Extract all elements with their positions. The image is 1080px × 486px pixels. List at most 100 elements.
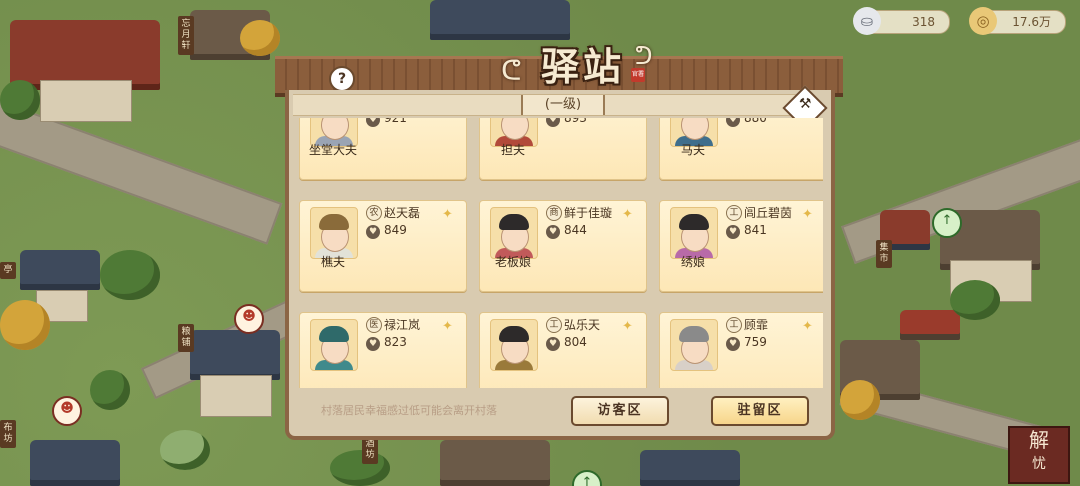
happiness-icon: ♥ bbox=[726, 225, 740, 239]
resident-card[interactable]: 商鲜于佳璇 ♥ 844 老板娘 ✦ bbox=[479, 200, 647, 292]
game-logo[interactable]: 解 忧 bbox=[1008, 426, 1070, 484]
coin-counter[interactable]: ◎ 17.6万 bbox=[969, 7, 1066, 35]
resident-job: 马夫 bbox=[680, 143, 705, 157]
tree bbox=[0, 300, 50, 350]
sparkle-icon: ✦ bbox=[622, 207, 633, 222]
resident-portrait bbox=[670, 319, 718, 371]
resident-score: 880 bbox=[744, 118, 767, 125]
building[interactable] bbox=[640, 450, 740, 486]
resident-card[interactable]: 工弓俊♥893担夫✦ bbox=[479, 118, 647, 180]
happiness-icon: ♥ bbox=[546, 337, 560, 351]
happiness-icon: ♥ bbox=[726, 118, 740, 127]
coin-value: 17.6万 bbox=[1012, 15, 1051, 29]
resident-card[interactable]: 工顾霏 ♥ 759 ✦ bbox=[659, 312, 823, 388]
resident-job: 老板娘 bbox=[494, 255, 531, 269]
tree bbox=[100, 250, 160, 300]
resident-name: 赵天磊 bbox=[384, 206, 421, 220]
resident-card[interactable]: 医禄江岚 ♥ 823 ✦ bbox=[299, 312, 467, 388]
resident-card[interactable]: 工弘乐天 ♥ 804 ✦ bbox=[479, 312, 647, 388]
resident-card[interactable]: 工闾丘碧茵 ♥ 841 绣娘 ✦ bbox=[659, 200, 823, 292]
portrait-hair bbox=[679, 214, 709, 230]
happiness-icon: ♥ bbox=[546, 118, 560, 127]
building[interactable] bbox=[430, 0, 570, 40]
logo-char: 解 bbox=[1029, 428, 1049, 452]
resident-score: 823 bbox=[384, 335, 407, 349]
sparkle-icon: ✦ bbox=[442, 207, 453, 222]
official-seal-icon: 官署 bbox=[631, 68, 645, 82]
tree bbox=[240, 20, 280, 56]
resident-score: 849 bbox=[384, 223, 407, 237]
resident-portrait bbox=[310, 319, 358, 371]
map-sign-market[interactable]: 集市 bbox=[876, 240, 892, 268]
happiness-icon: ♥ bbox=[366, 337, 380, 351]
profession-badge: 工 bbox=[546, 317, 562, 333]
tree bbox=[90, 370, 130, 410]
level-bar: (一级) bbox=[293, 94, 813, 116]
map-sign-wangyuexuan[interactable]: 忘月轩 bbox=[178, 16, 194, 55]
resident-area-button[interactable]: 驻留区 bbox=[711, 396, 809, 426]
building[interactable] bbox=[40, 80, 132, 122]
resident-portrait bbox=[310, 207, 358, 259]
help-button[interactable]: ? bbox=[329, 66, 355, 92]
resident-job: 坐堂大夫 bbox=[308, 143, 357, 157]
hammer-icon: ⚒ bbox=[798, 95, 812, 112]
panel-footer: 村落居民幸福感过低可能会离开村落 访客区 驻留区 bbox=[295, 388, 825, 428]
resident-portrait bbox=[490, 319, 538, 371]
copper-coin-icon: ◎ bbox=[969, 7, 997, 35]
map-sign-pavilion[interactable]: 亭 bbox=[0, 262, 16, 279]
building[interactable] bbox=[190, 330, 280, 380]
post-station-panel: ᕦ 驿站 ᕤ 官署 ? (一级) ⚒ 医胥云舟♥921坐堂大夫✦工弓俊♥893担… bbox=[275, 42, 843, 440]
happiness-icon: ♥ bbox=[366, 225, 380, 239]
resident-job: 樵夫 bbox=[320, 255, 345, 269]
happiness-icon: ♥ bbox=[726, 337, 740, 351]
resident-name: 弘乐天 bbox=[564, 318, 601, 332]
map-sign-grain-shop[interactable]: 粮铺 bbox=[178, 324, 194, 352]
happiness-icon: ♥ bbox=[366, 118, 380, 127]
tree bbox=[0, 80, 40, 120]
sparkle-icon: ✦ bbox=[802, 319, 813, 334]
resident-list[interactable]: 医胥云舟♥921坐堂大夫✦工弓俊♥893担夫✦农倪煜祺♥880马夫✦农赵天磊♥8… bbox=[295, 118, 823, 388]
map-marker-icon[interactable]: ☻ bbox=[52, 396, 82, 426]
resident-card[interactable]: 农赵天磊 ♥ 849 樵夫 ✦ bbox=[299, 200, 467, 292]
profession-badge: 工 bbox=[726, 205, 742, 221]
portrait-hair bbox=[319, 326, 349, 342]
cloud-swirl-icon: ᕤ bbox=[635, 42, 653, 70]
building[interactable] bbox=[20, 250, 100, 290]
resident-name: 禄江岚 bbox=[384, 318, 421, 332]
map-sign-winery[interactable]: 酒坊 bbox=[362, 436, 378, 464]
panel-title: 驿站 bbox=[541, 44, 626, 89]
resident-card[interactable]: 农倪煜祺♥880马夫✦ bbox=[659, 118, 823, 180]
profession-badge: 医 bbox=[366, 317, 382, 333]
resident-score: 921 bbox=[384, 118, 407, 125]
portrait-hair bbox=[499, 326, 529, 342]
happiness-tip: 村落居民幸福感过低可能会离开村落 bbox=[321, 404, 497, 417]
building[interactable] bbox=[200, 375, 272, 417]
map-marker-icon[interactable]: ☻ bbox=[234, 304, 264, 334]
tree bbox=[950, 280, 1000, 320]
resident-score: 893 bbox=[564, 118, 587, 125]
portrait-hair bbox=[499, 214, 529, 230]
happiness-icon: ♥ bbox=[546, 225, 560, 239]
map-upgrade-icon[interactable]: ↑ bbox=[932, 208, 962, 238]
profession-badge: 农 bbox=[366, 205, 382, 221]
resident-score: 841 bbox=[744, 223, 767, 237]
cloud-swirl-icon: ᕦ bbox=[501, 54, 522, 87]
sparkle-icon: ✦ bbox=[622, 319, 633, 334]
visitor-area-button[interactable]: 访客区 bbox=[571, 396, 669, 426]
map-sign-cloth-shop[interactable]: 布坊 bbox=[0, 420, 16, 448]
portrait-hair bbox=[679, 326, 709, 342]
panel-frame: (一级) ⚒ 医胥云舟♥921坐堂大夫✦工弓俊♥893担夫✦农倪煜祺♥880马夫… bbox=[285, 85, 835, 440]
resident-portrait bbox=[490, 207, 538, 259]
building[interactable] bbox=[440, 440, 550, 486]
logo-char: 忧 bbox=[1032, 456, 1046, 472]
silver-counter[interactable]: ⛀ 318 bbox=[853, 7, 950, 35]
map-upgrade-icon[interactable]: ↑ bbox=[572, 470, 602, 486]
building[interactable] bbox=[900, 310, 960, 340]
resident-score: 844 bbox=[564, 223, 587, 237]
portrait-hair bbox=[319, 214, 349, 230]
resident-name: 闾丘碧茵 bbox=[744, 206, 793, 220]
building[interactable] bbox=[30, 440, 120, 486]
profession-badge: 商 bbox=[546, 205, 562, 221]
tree bbox=[160, 430, 210, 470]
resident-card[interactable]: 医胥云舟♥921坐堂大夫✦ bbox=[299, 118, 467, 180]
